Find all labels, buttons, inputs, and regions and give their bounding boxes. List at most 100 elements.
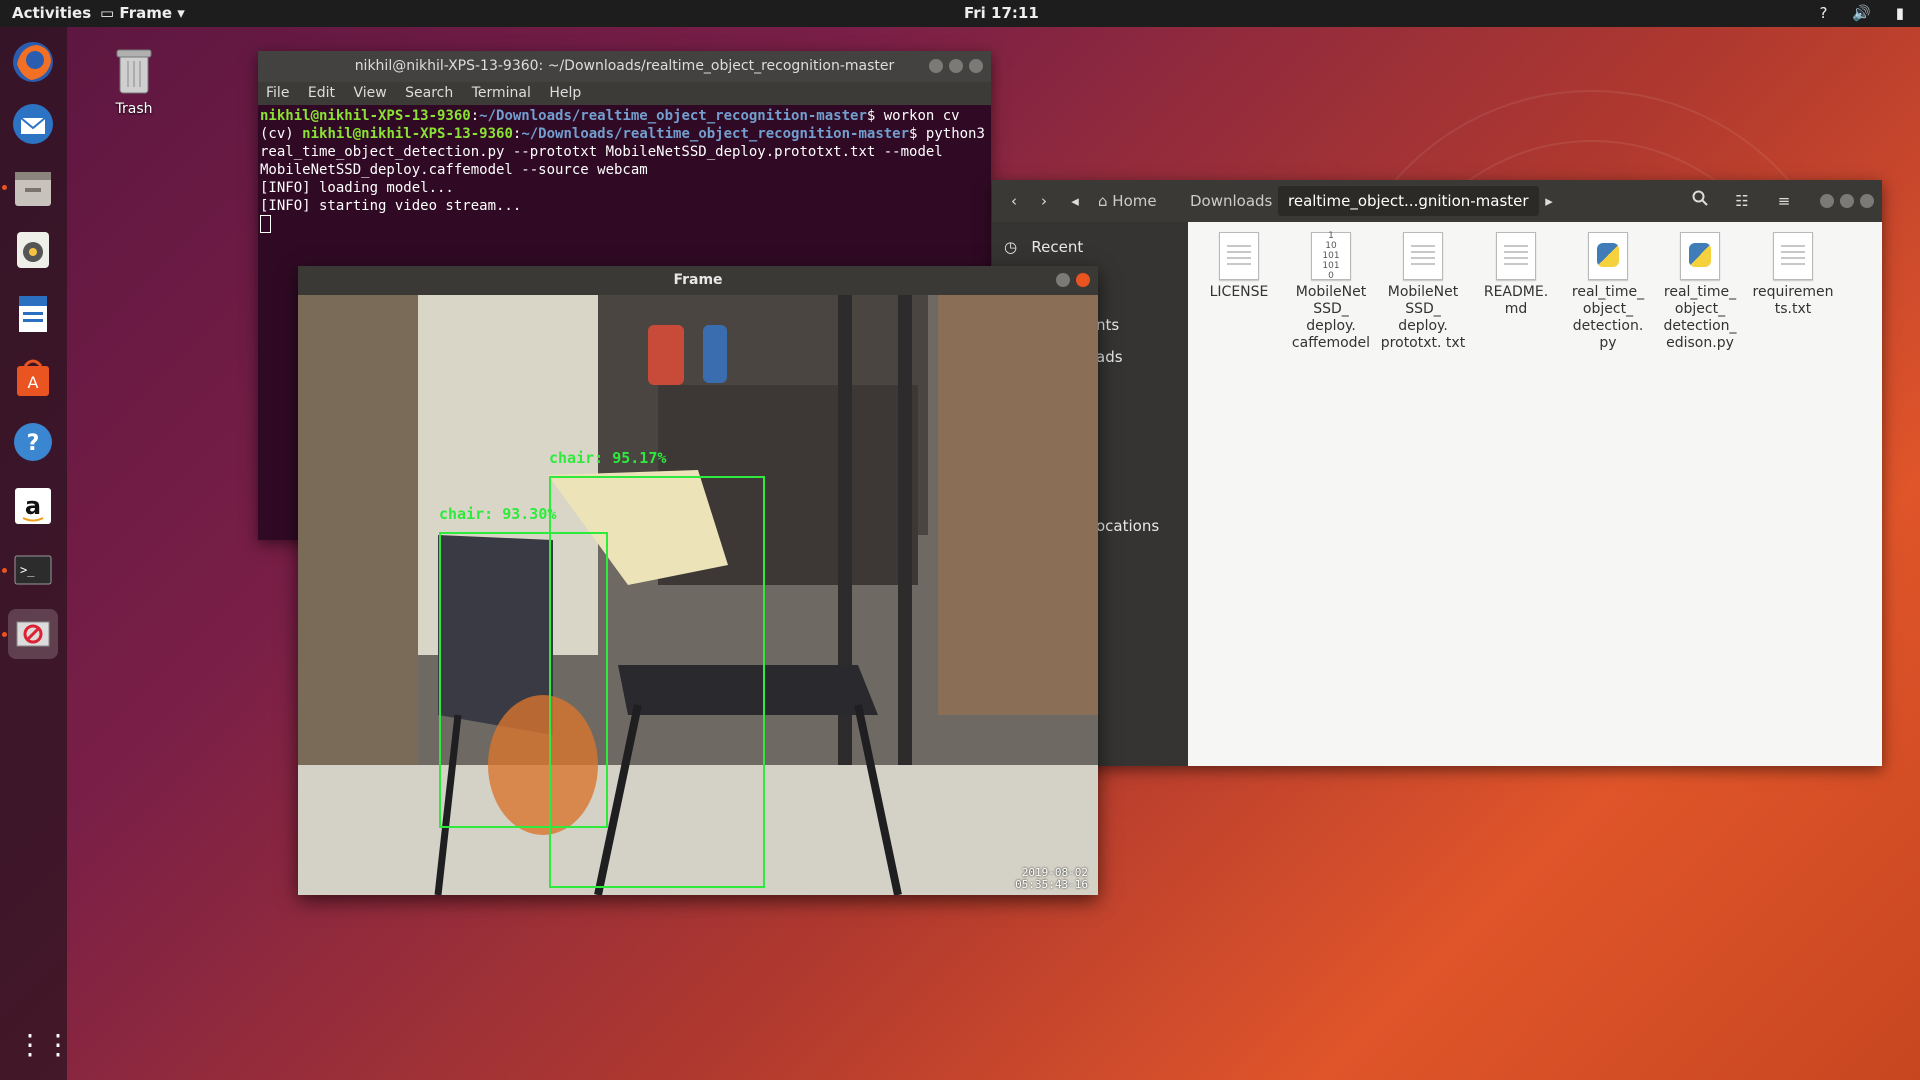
text-file-icon [1496,232,1536,280]
clock[interactable]: Fri 17:11 [964,4,1039,22]
app-menu[interactable]: ▭ Frame ▾ [100,4,185,22]
text-file-icon [1773,232,1813,280]
menu-help[interactable]: Help [549,85,581,101]
binary-file-icon: 1 10 101 1010 [1311,231,1351,281]
file-grid[interactable]: LICENSE 1 10 101 1010 MobileNet SSD_ dep… [1188,222,1882,766]
battery-icon[interactable]: ▮ [1896,4,1904,22]
prompt-user: nikhil@nikhil-XPS-13-9360 [260,108,471,124]
sidebar-item-other-locations[interactable]: ocations [1096,511,1159,541]
menu-file[interactable]: File [266,85,289,101]
forward-button[interactable]: › [1030,188,1058,214]
breadcrumb-label: Home [1112,192,1157,210]
running-indicator [2,185,7,190]
path-scroll-right-button[interactable]: ▸ [1540,188,1558,214]
trash-icon [116,49,152,94]
detection-label: chair: 95.17% [549,449,667,467]
file-item-requirements[interactable]: requiremen ts.txt [1750,232,1836,318]
file-item-detection-edison-py[interactable]: real_time_ object_ detection_ edison.py [1657,232,1743,352]
sidebar-item-recent[interactable]: ◷ Recent [1004,232,1083,262]
svg-text:a: a [25,492,41,520]
breadcrumb-home[interactable]: ⌂ Home [1088,186,1167,216]
file-item-prototxt[interactable]: MobileNet SSD_ deploy. prototxt. txt [1380,232,1466,352]
firefox-icon[interactable] [8,37,58,87]
sidebar-item-partial[interactable]: ads [1096,342,1123,372]
menu-terminal[interactable]: Terminal [472,85,531,101]
minimize-button[interactable] [1056,273,1070,287]
activities-button[interactable]: Activities [12,4,91,22]
search-button[interactable] [1686,188,1714,214]
frame-title: Frame [673,272,723,288]
show-applications-icon[interactable]: ⋮⋮ [16,1028,72,1062]
file-manager-window[interactable]: ‹ › ◂ ⌂ Home Downloads realtime_object..… [992,180,1882,766]
back-button[interactable]: ‹ [1000,188,1028,214]
menu-search[interactable]: Search [405,85,453,101]
file-label: README. md [1483,284,1549,317]
trash-label: Trash [115,101,153,117]
minimize-button[interactable] [1820,194,1834,208]
file-item-caffemodel[interactable]: 1 10 101 1010 MobileNet SSD_ deploy. caf… [1288,231,1374,352]
path-scroll-left-button[interactable]: ◂ [1066,188,1084,214]
help-icon[interactable]: ? [8,417,58,467]
python-file-icon [1588,232,1628,280]
minimize-button[interactable] [929,59,943,73]
text-file-icon [1403,232,1443,280]
maximize-button[interactable] [1840,194,1854,208]
thunderbird-icon[interactable] [8,99,58,149]
output-line: [INFO] loading model... [260,180,454,196]
terminal-titlebar[interactable]: nikhil@nikhil-XPS-13-9360: ~/Downloads/r… [258,51,991,82]
volume-icon[interactable]: 🔊 [1852,4,1871,22]
command-line: $ workon cv [866,108,960,124]
close-button[interactable] [969,59,983,73]
prompt-path: ~/Downloads/realtime_object_recognition-… [479,108,867,124]
software-center-icon[interactable]: A [8,353,58,403]
text-cursor [260,215,271,233]
terminal-output[interactable]: nikhil@nikhil-XPS-13-9360:~/Downloads/re… [258,105,991,233]
app-menu-label: Frame [119,4,173,22]
text-file-icon [1219,232,1259,280]
file-label: MobileNet SSD_ deploy. caffemodel [1291,284,1371,351]
terminal-icon[interactable]: >_ [8,545,58,595]
frame-titlebar[interactable]: Frame [298,266,1098,295]
maximize-button[interactable] [949,59,963,73]
terminal-menubar: File Edit View Search Terminal Help [258,82,991,105]
window-controls [1056,273,1090,287]
window-controls [929,59,983,73]
system-tray[interactable]: ? 🔊 ▮ [1800,4,1904,22]
frame-app-icon[interactable] [8,609,58,659]
menu-edit[interactable]: Edit [308,85,335,101]
video-timestamp: 2019-08-02 05:35:43-16 [1015,867,1088,891]
clock-icon: ◷ [1004,238,1022,256]
view-options-button[interactable]: ☷ [1728,188,1756,214]
breadcrumb-current-folder[interactable]: realtime_object...gnition-master [1278,186,1539,216]
file-item-readme[interactable]: README. md [1473,232,1559,318]
dock: A ? a >_ ⋮⋮ [0,27,72,1080]
amazon-icon[interactable]: a [8,481,58,531]
file-manager-headerbar[interactable]: ‹ › ◂ ⌂ Home Downloads realtime_object..… [992,180,1882,222]
file-label: real_time_ object_ detection_ edison.py [1663,284,1737,351]
svg-text:?: ? [27,431,40,456]
svg-text:A: A [28,373,39,392]
file-label: MobileNet SSD_ deploy. prototxt. txt [1380,284,1466,351]
hamburger-menu-button[interactable]: ≡ [1770,188,1798,214]
frame-window[interactable]: Frame chair: 95.17% chair: 93.30% 2019-0… [298,266,1098,895]
chevron-down-icon: ▾ [172,4,185,22]
file-item-detection-py[interactable]: real_time_ object_ detection. py [1565,232,1651,352]
files-icon[interactable] [8,163,58,213]
sidebar-item-label: Recent [1031,238,1084,256]
running-indicator [2,568,7,573]
help-tray-icon[interactable]: ? [1820,4,1828,22]
env-prefix: (cv) [260,126,303,142]
output-line: [INFO] starting video stream... [260,198,522,214]
libreoffice-writer-icon[interactable] [8,289,58,339]
top-bar: Activities ▭ Frame ▾ Fri 17:11 ? 🔊 ▮ [0,0,1920,27]
close-button[interactable] [1860,194,1874,208]
menu-view[interactable]: View [353,85,386,101]
close-button[interactable] [1076,273,1090,287]
trash-desktop-icon[interactable]: Trash [104,45,164,117]
file-item-license[interactable]: LICENSE [1196,232,1282,301]
sidebar-item-partial[interactable]: nts [1096,310,1119,340]
breadcrumb-downloads[interactable]: Downloads [1180,186,1282,216]
search-icon [1692,190,1708,206]
rhythmbox-icon[interactable] [8,225,58,275]
terminal-title: nikhil@nikhil-XPS-13-9360: ~/Downloads/r… [354,58,895,74]
